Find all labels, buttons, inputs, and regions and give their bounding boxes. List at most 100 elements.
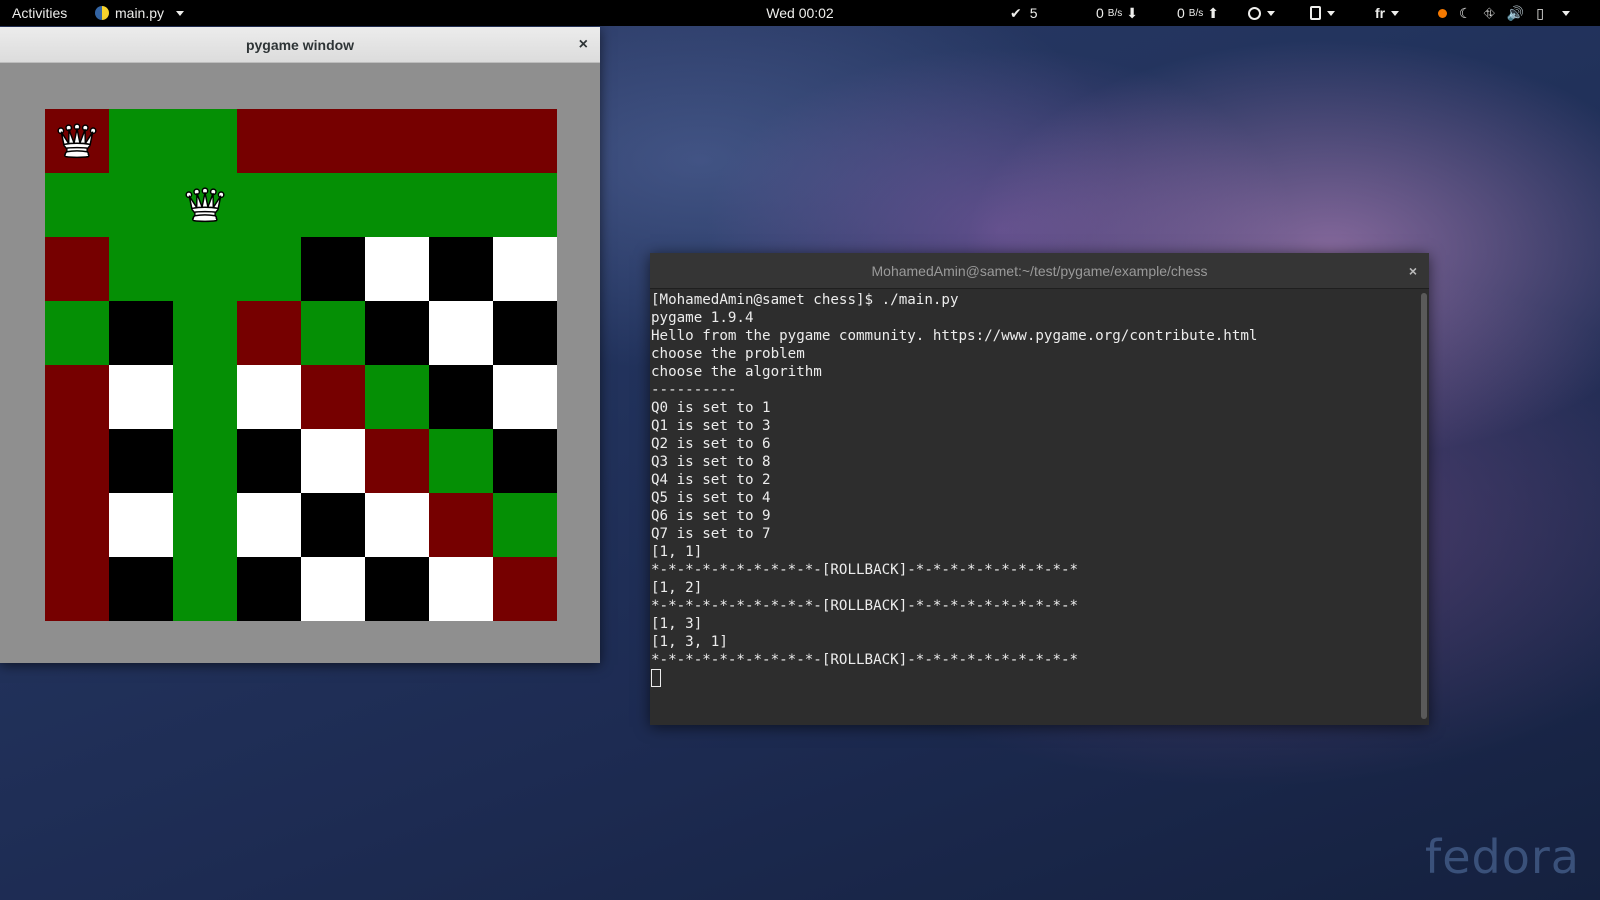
board-square[interactable] [45, 173, 109, 237]
board-square[interactable] [429, 493, 493, 557]
app-menu[interactable]: main.py [95, 0, 185, 26]
board-square[interactable] [237, 173, 301, 237]
board-square[interactable] [301, 557, 365, 621]
terminal-line: *-*-*-*-*-*-*-*-*-*-[ROLLBACK]-*-*-*-*-*… [651, 562, 1079, 578]
board-square[interactable] [45, 493, 109, 557]
board-square[interactable] [493, 173, 557, 237]
board-square[interactable] [109, 493, 173, 557]
system-menu[interactable]: ☾ ⛗ 🔊 ▯ [1438, 0, 1570, 26]
board-square[interactable] [237, 493, 301, 557]
keyboard-layout-menu[interactable]: fr [1375, 0, 1400, 26]
board-square[interactable] [301, 173, 365, 237]
board-square[interactable] [365, 109, 429, 173]
scrollbar-thumb[interactable] [1421, 293, 1427, 719]
board-square[interactable] [173, 173, 237, 237]
activities-button[interactable]: Activities [12, 0, 67, 26]
board-square[interactable] [429, 301, 493, 365]
board-square[interactable] [365, 429, 429, 493]
board-square[interactable] [109, 365, 173, 429]
terminal-prompt-line[interactable] [651, 669, 1418, 687]
terminal-line: *-*-*-*-*-*-*-*-*-*-[ROLLBACK]-*-*-*-*-*… [651, 598, 1079, 614]
board-square[interactable] [301, 237, 365, 301]
terminal-line: [1, 3, 1] [651, 634, 728, 650]
board-square[interactable] [173, 493, 237, 557]
board-square[interactable] [365, 493, 429, 557]
board-square[interactable] [45, 109, 109, 173]
net-up-value: 0 [1177, 5, 1185, 21]
board-square[interactable] [429, 365, 493, 429]
clock-container: Wed 00:02 [0, 0, 1600, 26]
board-square[interactable] [173, 365, 237, 429]
net-upload-indicator[interactable]: 0 B/s ⬆ [1177, 0, 1219, 26]
close-terminal-button[interactable]: × [1409, 264, 1417, 278]
pygame-window: pygame window × [0, 27, 600, 663]
terminal-line: choose the problem [651, 346, 805, 362]
terminal-line: Q6 is set to 9 [651, 508, 771, 524]
close-pygame-button[interactable]: × [579, 36, 588, 53]
board-square[interactable] [493, 301, 557, 365]
board-square[interactable] [429, 237, 493, 301]
board-square[interactable] [237, 237, 301, 301]
circle-icon [1248, 6, 1261, 20]
board-square[interactable] [493, 493, 557, 557]
board-square[interactable] [301, 109, 365, 173]
board-square[interactable] [493, 365, 557, 429]
chess-board[interactable] [45, 109, 557, 621]
board-square[interactable] [237, 557, 301, 621]
terminal-line: ---------- [651, 382, 737, 398]
board-square[interactable] [45, 301, 109, 365]
board-square[interactable] [237, 429, 301, 493]
board-square[interactable] [365, 173, 429, 237]
net-download-indicator[interactable]: 0 B/s ⬇ [1096, 0, 1138, 26]
board-square[interactable] [237, 109, 301, 173]
arrow-down-icon: ⬇ [1126, 4, 1138, 21]
board-square[interactable] [493, 109, 557, 173]
updates-indicator[interactable]: ✔ 5 [1010, 0, 1038, 26]
board-square[interactable] [173, 301, 237, 365]
board-square[interactable] [429, 429, 493, 493]
board-square[interactable] [237, 365, 301, 429]
net-down-unit: B/s [1107, 7, 1123, 19]
board-square[interactable] [45, 365, 109, 429]
board-square[interactable] [429, 109, 493, 173]
board-square[interactable] [237, 301, 301, 365]
terminal-line: pygame 1.9.4 [651, 310, 754, 326]
board-square[interactable] [429, 557, 493, 621]
board-square[interactable] [109, 557, 173, 621]
night-light-icon: ☾ [1459, 4, 1472, 21]
board-square[interactable] [45, 557, 109, 621]
board-square[interactable] [45, 237, 109, 301]
board-square[interactable] [301, 301, 365, 365]
terminal-titlebar[interactable]: MohamedAmin@samet:~/test/pygame/example/… [650, 253, 1429, 289]
board-square[interactable] [173, 237, 237, 301]
status-circle-menu[interactable] [1248, 0, 1275, 26]
board-square[interactable] [109, 429, 173, 493]
board-square[interactable] [109, 237, 173, 301]
board-square[interactable] [109, 173, 173, 237]
board-square[interactable] [493, 557, 557, 621]
board-square[interactable] [109, 109, 173, 173]
checkmark-icon: ✔ [1010, 4, 1022, 21]
board-square[interactable] [301, 493, 365, 557]
board-square[interactable] [365, 301, 429, 365]
terminal-line: Q1 is set to 3 [651, 418, 771, 434]
board-square[interactable] [109, 301, 173, 365]
terminal-line: [MohamedAmin@samet chess]$ ./main.py [651, 292, 959, 308]
board-square[interactable] [301, 429, 365, 493]
pygame-titlebar[interactable]: pygame window × [0, 27, 600, 63]
board-square[interactable] [301, 365, 365, 429]
board-square[interactable] [365, 237, 429, 301]
clock[interactable]: Wed 00:02 [766, 5, 833, 21]
terminal-output[interactable]: [MohamedAmin@samet chess]$ ./main.py pyga… [650, 289, 1419, 725]
board-square[interactable] [365, 557, 429, 621]
board-square[interactable] [365, 365, 429, 429]
board-square[interactable] [173, 109, 237, 173]
board-square[interactable] [493, 429, 557, 493]
board-square[interactable] [429, 173, 493, 237]
terminal-scrollbar[interactable] [1421, 293, 1427, 719]
clipboard-menu[interactable] [1310, 0, 1335, 26]
board-square[interactable] [173, 557, 237, 621]
board-square[interactable] [45, 429, 109, 493]
board-square[interactable] [493, 237, 557, 301]
board-square[interactable] [173, 429, 237, 493]
